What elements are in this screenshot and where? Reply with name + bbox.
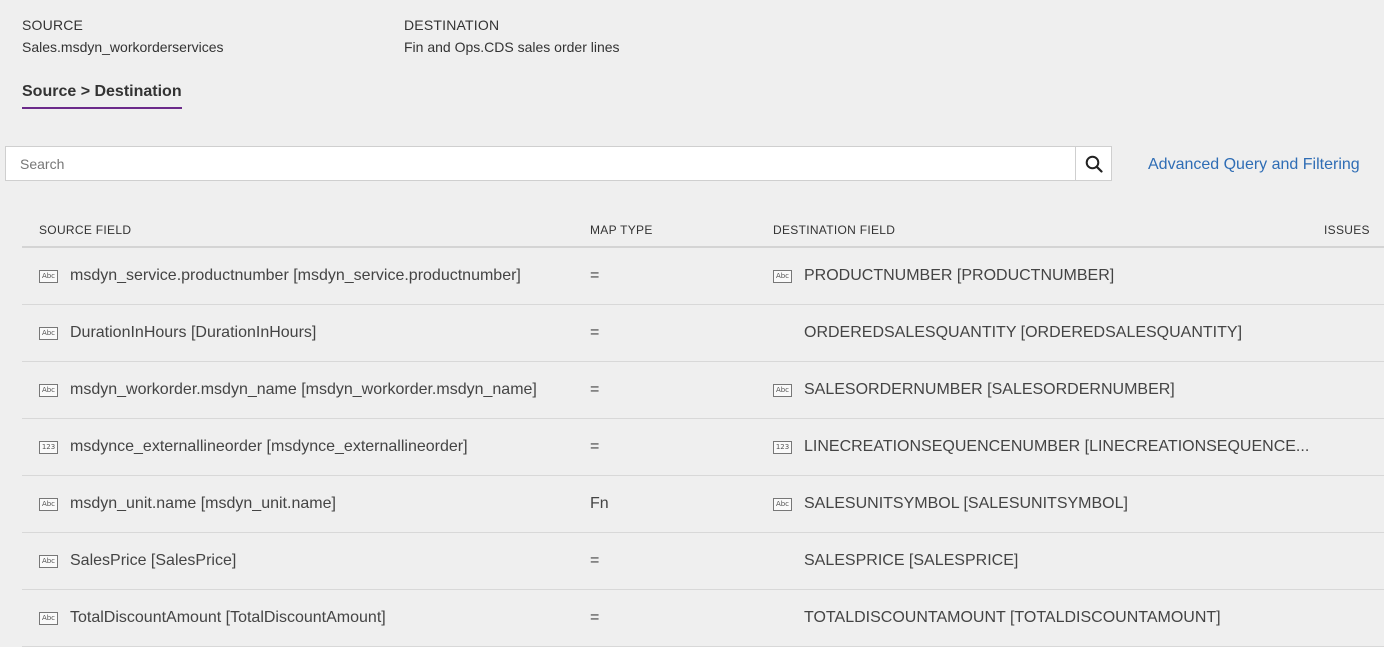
destination-field-cell: ORDEREDSALESQUANTITY [ORDEREDSALESQUANTI… (773, 305, 1242, 361)
destination-field-name: LINECREATIONSEQUENCENUMBER [LINECREATION… (804, 438, 1310, 455)
table-row[interactable]: Abc msdyn_unit.name [msdyn_unit.name] Fn Ab… (22, 476, 1384, 533)
destination-field-name: SALESUNITSYMBOL [SALESUNITSYMBOL] (804, 495, 1128, 512)
source-field-name: TotalDiscountAmount [TotalDiscountAmount… (70, 609, 386, 626)
number-type-icon: 123 (773, 440, 792, 454)
map-type[interactable]: = (590, 362, 599, 418)
column-header-destination-field[interactable]: DESTINATION FIELD (773, 223, 895, 237)
text-type-icon: Abc (39, 611, 58, 625)
advanced-query-link[interactable]: Advanced Query and Filtering (1148, 156, 1360, 174)
source-field-name: msdynce_externallineorder [msdynce_exter… (70, 438, 468, 455)
text-type-icon: Abc (773, 269, 792, 283)
text-type-icon: Abc (39, 554, 58, 568)
source-field-cell: Abc msdyn_workorder.msdyn_name [msdyn_wor… (39, 362, 537, 418)
column-header-source-field[interactable]: SOURCE FIELD (39, 223, 131, 237)
destination-field-name: PRODUCTNUMBER [PRODUCTNUMBER] (804, 267, 1115, 284)
table-row[interactable]: Abc DurationInHours [DurationInHours] = ORD… (22, 305, 1384, 362)
destination-field-cell: Abc PRODUCTNUMBER [PRODUCTNUMBER] (773, 248, 1114, 304)
destination-entity-name: Fin and Ops.CDS sales order lines (404, 39, 620, 55)
destination-field-name: SALESORDERNUMBER [SALESORDERNUMBER] (804, 381, 1175, 398)
source-field-name: SalesPrice [SalesPrice] (70, 552, 237, 569)
table-header: SOURCE FIELD MAP TYPE DESTINATION FIELD … (22, 218, 1384, 248)
destination-field-name: SALESPRICE [SALESPRICE] (804, 552, 1019, 569)
map-type[interactable]: = (590, 590, 599, 646)
destination-field-name: TOTALDISCOUNTAMOUNT [TOTALDISCOUNTAMOUNT… (804, 609, 1221, 626)
destination-field-cell: TOTALDISCOUNTAMOUNT [TOTALDISCOUNTAMOUNT… (773, 590, 1221, 646)
text-type-icon: Abc (39, 326, 58, 340)
source-entity-name: Sales.msdyn_workorderservices (22, 39, 224, 55)
table-row[interactable]: 123 msdynce_externallineorder [msdynce_ex… (22, 419, 1384, 476)
destination-field-cell: Abc SALESUNITSYMBOL [SALESUNITSYMBOL] (773, 476, 1128, 532)
source-field-cell: Abc DurationInHours [DurationInHours] (39, 305, 316, 361)
text-type-icon: Abc (773, 497, 792, 511)
column-header-map-type[interactable]: MAP TYPE (590, 223, 653, 237)
source-field-name: msdyn_workorder.msdyn_name [msdyn_workor… (70, 381, 537, 398)
column-header-issues[interactable]: ISSUES (1324, 223, 1370, 237)
search-box (5, 146, 1112, 181)
table-row[interactable]: Abc msdyn_workorder.msdyn_name [msdyn_wor… (22, 362, 1384, 419)
map-type[interactable]: Fn (590, 476, 609, 532)
source-field-name: msdyn_unit.name [msdyn_unit.name] (70, 495, 336, 512)
source-field-cell: Abc TotalDiscountAmount [TotalDiscountAmo… (39, 590, 386, 646)
table-row[interactable]: Abc TotalDiscountAmount [TotalDiscountAmo… (22, 590, 1384, 647)
destination-field-cell: Abc SALESORDERNUMBER [SALESORDERNUMBER] (773, 362, 1175, 418)
text-type-icon: Abc (39, 269, 58, 283)
destination-label: DESTINATION (404, 17, 500, 33)
destination-field-cell: 123 LINECREATIONSEQUENCENUMBER [LINECREAT… (773, 419, 1309, 475)
tab-source-destination[interactable]: Source > Destination (22, 83, 182, 109)
number-type-icon: 123 (39, 440, 58, 454)
source-field-name: msdyn_service.productnumber [msdyn_servi… (70, 267, 521, 284)
source-field-cell: 123 msdynce_externallineorder [msdynce_ex… (39, 419, 468, 475)
text-type-icon: Abc (39, 497, 58, 511)
source-field-name: DurationInHours [DurationInHours] (70, 324, 317, 341)
map-type[interactable]: = (590, 305, 599, 361)
destination-field-name: ORDEREDSALESQUANTITY [ORDEREDSALESQUANTI… (804, 324, 1243, 341)
text-type-icon: Abc (39, 383, 58, 397)
search-button[interactable] (1075, 147, 1111, 180)
source-field-cell: Abc msdyn_service.productnumber [msdyn_se… (39, 248, 521, 304)
text-type-icon: Abc (773, 383, 792, 397)
table-row[interactable]: Abc SalesPrice [SalesPrice] = SALESPRICE [S… (22, 533, 1384, 590)
search-icon (1085, 155, 1103, 173)
source-field-cell: Abc SalesPrice [SalesPrice] (39, 533, 236, 589)
map-type[interactable]: = (590, 248, 599, 304)
map-type[interactable]: = (590, 419, 599, 475)
search-input[interactable] (6, 147, 1076, 180)
map-type[interactable]: = (590, 533, 599, 589)
source-field-cell: Abc msdyn_unit.name [msdyn_unit.name] (39, 476, 336, 532)
destination-field-cell: SALESPRICE [SALESPRICE] (773, 533, 1018, 589)
source-label: SOURCE (22, 17, 84, 33)
table-row[interactable]: Abc msdyn_service.productnumber [msdyn_se… (22, 248, 1384, 305)
